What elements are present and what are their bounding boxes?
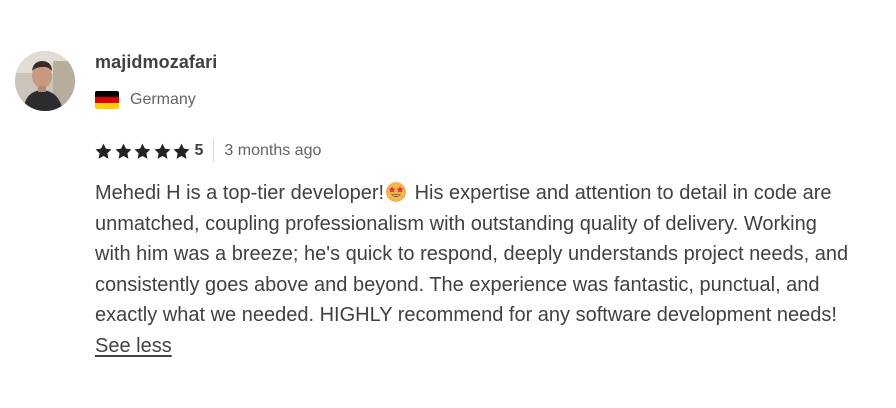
avatar[interactable] bbox=[15, 51, 75, 111]
star-rating bbox=[95, 143, 193, 160]
star-icon bbox=[115, 143, 131, 159]
reviewer-country: Germany bbox=[95, 88, 196, 112]
reviewer-username[interactable]: majidmozafari bbox=[95, 50, 217, 74]
review-card: majidmozafari Germany 5 3 months ago Meh… bbox=[0, 0, 896, 408]
star-icon bbox=[154, 143, 170, 159]
review-time-ago: 3 months ago bbox=[224, 142, 322, 159]
star-icon bbox=[173, 143, 190, 159]
avatar-photo bbox=[15, 51, 75, 111]
star-icon bbox=[95, 143, 112, 159]
germany-flag-icon bbox=[95, 91, 119, 109]
country-name: Germany bbox=[130, 91, 196, 108]
star-struck-emoji-icon bbox=[386, 182, 406, 202]
see-less-link[interactable]: See less bbox=[95, 335, 172, 357]
divider bbox=[213, 140, 215, 162]
rating-row: 5 3 months ago bbox=[95, 139, 321, 163]
flag-stripe-gold bbox=[95, 103, 119, 109]
review-text-start: Mehedi H is a top-tier developer! bbox=[95, 182, 385, 204]
star-icon bbox=[134, 143, 151, 159]
rating-value: 5 bbox=[194, 142, 204, 159]
review-text: Mehedi H is a top-tier developer! His ex… bbox=[95, 178, 855, 361]
